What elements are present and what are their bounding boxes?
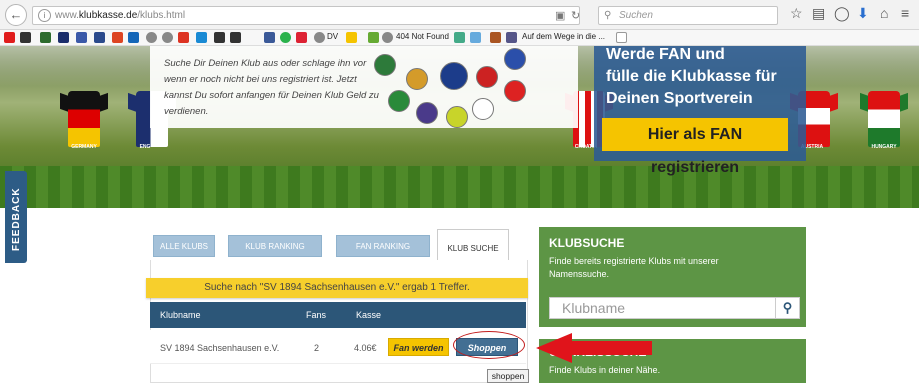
bookmark-icon[interactable]	[196, 32, 207, 43]
reader-icon[interactable]: ▣	[555, 8, 565, 25]
jersey-hungary	[860, 91, 908, 147]
bookmark-icon[interactable]	[490, 32, 501, 43]
club-kasse: 4.06€	[354, 343, 377, 353]
club-fans: 2	[314, 343, 320, 353]
amazon-icon[interactable]	[616, 32, 627, 43]
globe-icon[interactable]	[162, 32, 173, 43]
bookmark-icon[interactable]	[112, 32, 123, 43]
feedback-tab[interactable]: FEEDBACK	[5, 171, 27, 263]
hero-banner: GERMANY ENG CROATIA AUSTRIA HUNGARY Such…	[0, 46, 919, 208]
results-table-header: Klubname Fans Kasse	[150, 302, 526, 328]
club-badge-icon[interactable]	[504, 48, 526, 70]
fan-werden-button[interactable]: Fan werden	[388, 338, 449, 356]
club-badge-icon[interactable]	[388, 90, 410, 112]
pocket-icon[interactable]: ◯	[834, 5, 850, 22]
club-badge-icon[interactable]	[440, 62, 468, 90]
jersey-label: GERMANY	[71, 144, 97, 150]
home-icon[interactable]: ⌂	[880, 5, 888, 21]
intro-card: Suche Dir Deinen Klub aus oder schlage i…	[150, 46, 578, 128]
klubsuche-widget: KLUBSUCHE Finde bereits registrierte Klu…	[539, 227, 806, 327]
col-klubname: Klubname	[160, 310, 201, 320]
search-placeholder: Suchen	[619, 10, 653, 21]
klubsuche-desc: Finde bereits registrierte Klubs mit uns…	[549, 256, 719, 279]
url-path: /klubs.html	[137, 10, 186, 21]
tab-alle-klubs[interactable]: ALLE KLUBS	[153, 235, 215, 257]
url-domain: klubkasse.de	[78, 10, 138, 21]
club-badge-icon[interactable]	[374, 54, 396, 76]
bookmark-k-icon[interactable]	[4, 32, 15, 43]
bookmark-icon[interactable]	[40, 32, 51, 43]
club-badge-icon[interactable]	[406, 68, 428, 90]
search-button-icon[interactable]: ⚲	[775, 297, 800, 319]
globe-icon[interactable]	[382, 32, 393, 43]
bookmark-404[interactable]: 404 Not Found	[396, 32, 449, 41]
fan-heading-2: fülle die Klubkasse für	[606, 68, 777, 85]
bookmark-icon[interactable]	[296, 32, 307, 43]
search-icon: ⚲	[604, 10, 612, 21]
download-icon[interactable]: ⬇	[857, 5, 869, 22]
bookmark-icon[interactable]	[128, 32, 139, 43]
info-icon[interactable]: i	[38, 9, 51, 22]
tab-klub-suche[interactable]: KLUB SUCHE	[437, 229, 509, 262]
pitch-background	[0, 166, 919, 208]
umkreis-desc: Finde Klubs in deiner Nähe.	[549, 365, 661, 375]
address-bar[interactable]: i www.klubkasse.de/klubs.html ▣ ↻	[32, 6, 580, 25]
red-circle-annotation	[453, 331, 525, 359]
fan-panel: Werde FAN und fülle die Klubkasse für De…	[594, 46, 806, 176]
facebook-icon[interactable]	[264, 32, 275, 43]
clipboard-icon[interactable]: ▤	[812, 5, 825, 22]
back-button[interactable]: ←	[5, 4, 27, 26]
jersey-germany	[60, 91, 108, 147]
bookmark-icon[interactable]	[454, 32, 465, 43]
sun-icon[interactable]	[346, 32, 357, 43]
bookmark-icon[interactable]	[214, 32, 225, 43]
club-badge-icon[interactable]	[504, 80, 526, 102]
klubsuche-title: KLUBSUCHE	[549, 236, 625, 250]
fan-heading-3: Deinen Sportverein	[606, 90, 753, 107]
bookmark-icon[interactable]	[20, 32, 31, 43]
bookmark-icon[interactable]	[230, 32, 241, 43]
bookmark-icon[interactable]	[58, 32, 69, 43]
bookmark-auf-dem-wege[interactable]: Auf dem Wege in die ...	[522, 32, 605, 41]
bookmark-icon[interactable]	[178, 32, 189, 43]
bookmarks-bar: DV 404 Not Found Auf dem Wege in die ...	[0, 30, 919, 46]
klubname-input[interactable]: Klubname	[549, 297, 776, 319]
col-kasse: Kasse	[356, 310, 382, 320]
jersey-label: HUNGARY	[871, 144, 897, 150]
fan-heading-1: Werde FAN und	[606, 46, 725, 63]
red-arrow-annotation	[536, 333, 652, 363]
club-badge-icon[interactable]	[416, 102, 438, 124]
search-input[interactable]: ⚲ Suchen	[598, 6, 778, 25]
bookmark-icon[interactable]	[368, 32, 379, 43]
bookmark-icon[interactable]	[76, 32, 87, 43]
club-badge-icon[interactable]	[472, 98, 494, 120]
bookmark-icon[interactable]	[280, 32, 291, 43]
tab-fan-ranking[interactable]: FAN RANKING	[336, 235, 430, 257]
search-result-notice: Suche nach "SV 1894 Sachsenhausen e.V." …	[146, 278, 528, 298]
club-name[interactable]: SV 1894 Sachsenhausen e.V.	[160, 343, 279, 353]
fan-register-button[interactable]: Hier als FAN registrieren	[602, 118, 788, 176]
url-prefix: www.	[55, 10, 79, 21]
browser-toolbar: ← i www.klubkasse.de/klubs.html ▣ ↻ ⚲ Su…	[0, 0, 919, 30]
club-badge-icon[interactable]	[476, 66, 498, 88]
menu-icon[interactable]: ≡	[901, 5, 909, 21]
jersey-label: ENG	[139, 144, 151, 150]
bookmark-icon[interactable]	[506, 32, 517, 43]
globe-icon[interactable]	[146, 32, 157, 43]
reload-icon[interactable]: ↻	[571, 8, 580, 25]
feedback-label: FEEDBACK	[11, 187, 22, 251]
club-badge-icon[interactable]	[446, 106, 468, 128]
star-icon[interactable]: ☆	[790, 5, 803, 22]
tab-klub-ranking[interactable]: KLUB RANKING	[228, 235, 322, 257]
bookmark-icon[interactable]	[470, 32, 481, 43]
bookmark-icon[interactable]	[94, 32, 105, 43]
intro-text: Suche Dir Deinen Klub aus oder schlage i…	[164, 58, 379, 117]
tooltip: shoppen	[487, 369, 529, 383]
col-fans: Fans	[306, 310, 327, 320]
globe-icon[interactable]	[314, 32, 325, 43]
bookmark-dv[interactable]: DV	[327, 32, 338, 41]
